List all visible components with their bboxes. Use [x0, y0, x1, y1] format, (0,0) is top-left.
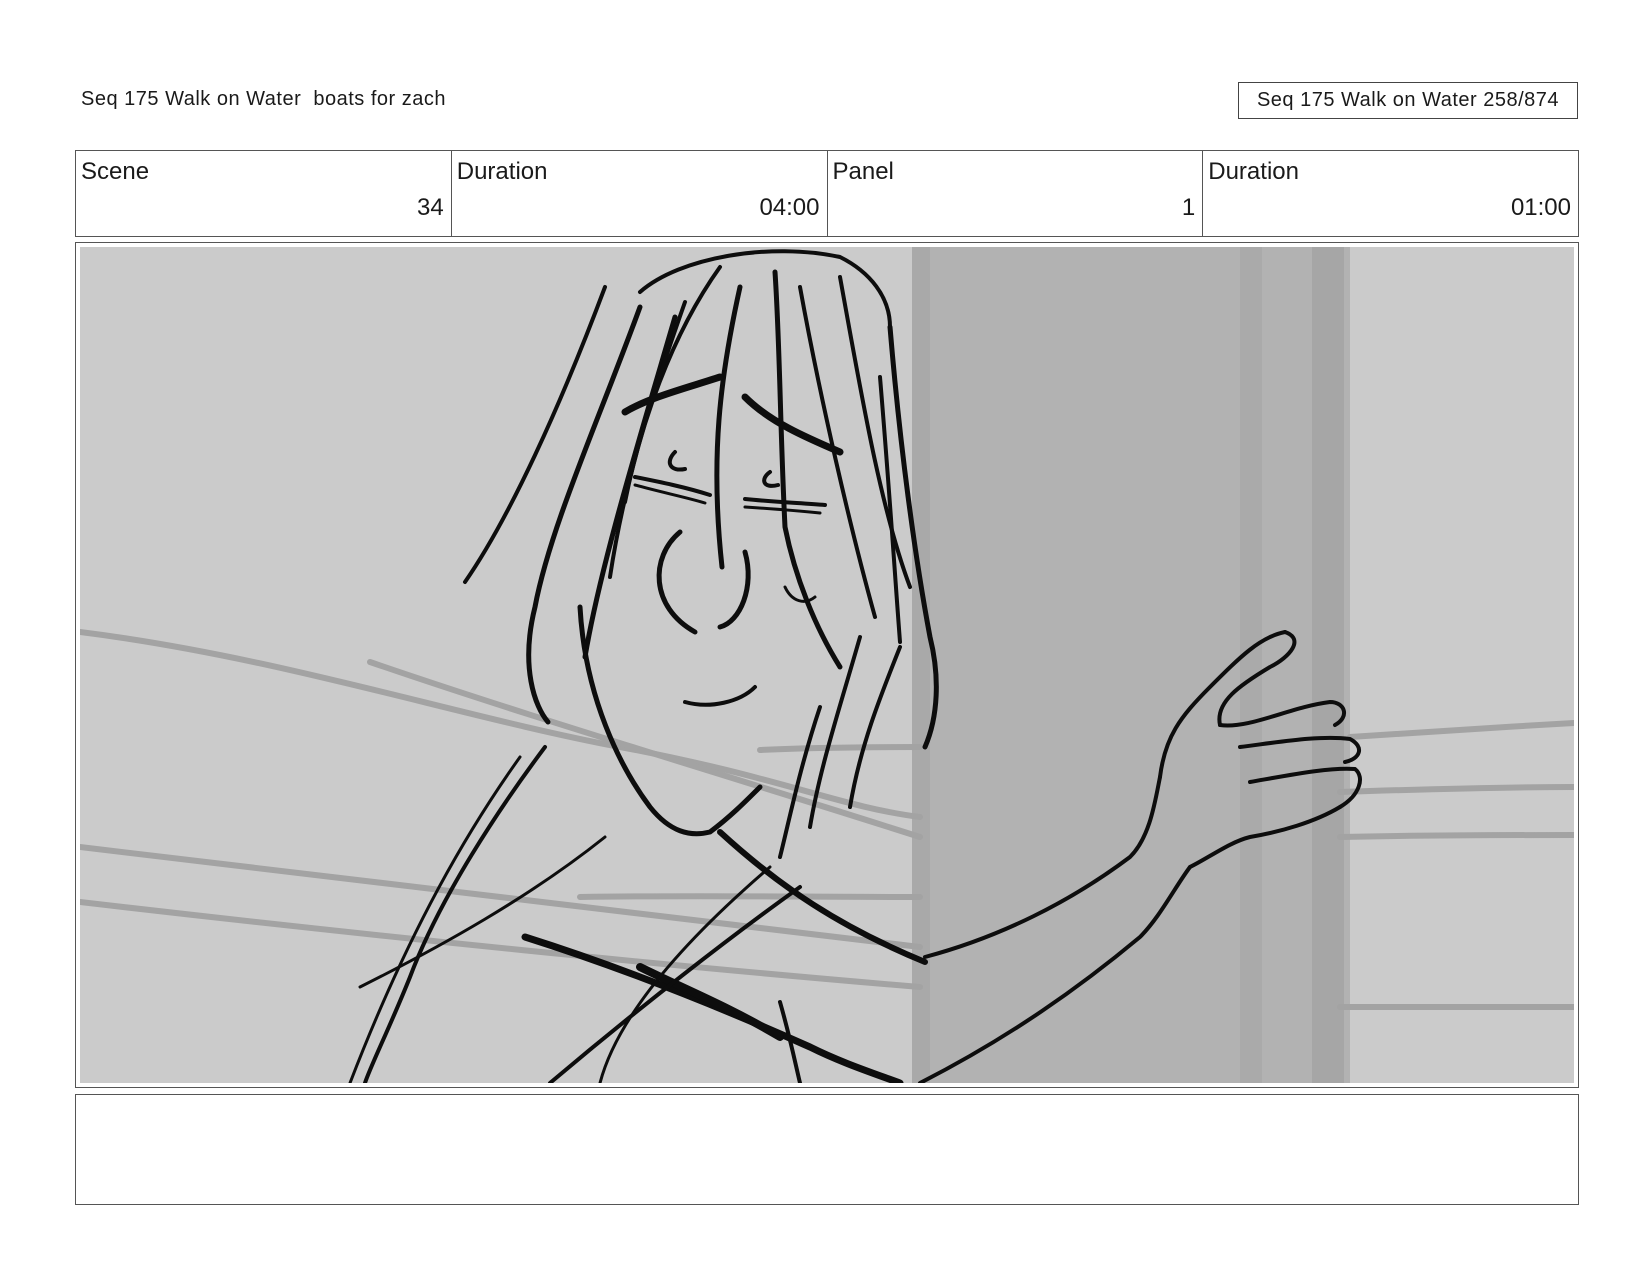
panel-duration-cell: Duration 01:00 [1203, 151, 1578, 236]
storyboard-panel-frame [75, 242, 1579, 1088]
door-frame-line [1240, 247, 1262, 1083]
storyboard-sketch [80, 247, 1574, 1083]
info-table: Scene 34 Duration 04:00 Panel 1 Duration… [75, 150, 1579, 237]
panel-cell: Panel 1 [828, 151, 1204, 236]
panel-label: Panel [832, 158, 894, 185]
panel-duration-label: Duration [1208, 158, 1299, 185]
scene-value: 34 [417, 194, 444, 221]
panel-value: 1 [1181, 194, 1196, 221]
scene-duration-label: Duration [456, 158, 548, 185]
sequence-title: Seq 175 Walk on Water boats for zach [81, 88, 446, 110]
scene-cell: Scene 34 [76, 151, 452, 236]
page-reference: Seq 175 Walk on Water 258/874 [1238, 82, 1578, 119]
doorway-shadow [918, 247, 1350, 1083]
panel-notes-box [75, 1094, 1579, 1205]
scene-label: Scene [81, 158, 150, 185]
scene-duration-cell: Duration 04:00 [452, 151, 828, 236]
panel-duration-value: 01:00 [1510, 194, 1571, 221]
sketch-drawing [80, 247, 1574, 1083]
door-frame-edge [1312, 247, 1344, 1083]
scene-duration-value: 04:00 [759, 194, 820, 221]
